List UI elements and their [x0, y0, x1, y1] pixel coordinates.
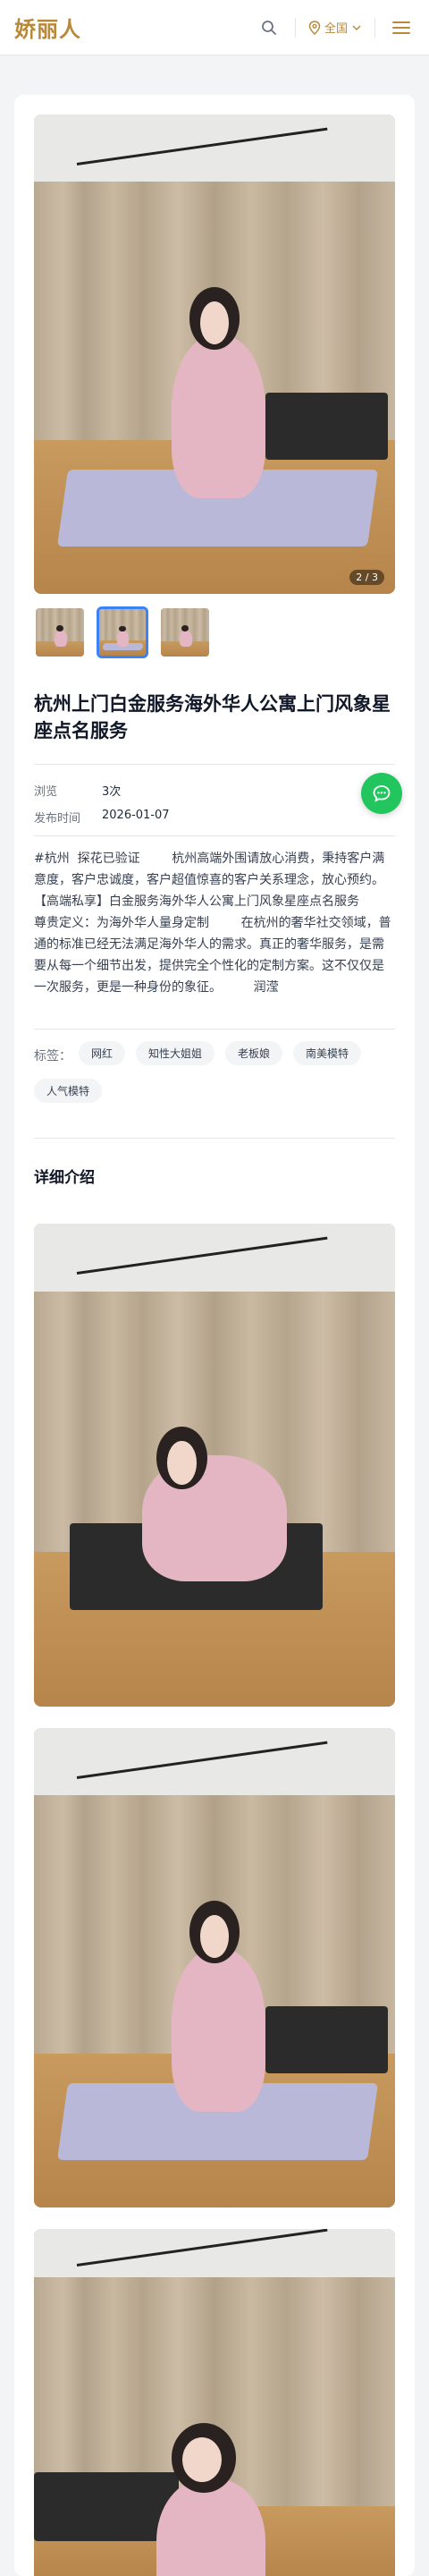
thumbnail-1[interactable] [34, 606, 86, 658]
hamburger-menu-icon [392, 21, 410, 34]
map-pin-icon [308, 20, 321, 35]
main-gallery-image[interactable]: 2 / 3 [34, 114, 395, 594]
tag-item[interactable]: 老板娘 [225, 1041, 283, 1065]
gallery-thumbnails [34, 606, 211, 658]
tag-item[interactable]: 网红 [79, 1041, 126, 1065]
chevron-down-icon [352, 24, 361, 30]
detail-image-1[interactable] [34, 1224, 395, 1707]
post-card: 2 / 3 杭州上门白金服务海外华人公寓上门风象星座点名服务 浏览 3次 发布时… [14, 95, 415, 2576]
meta-views: 浏览 3次 [34, 782, 121, 799]
search-button[interactable] [256, 14, 282, 41]
post-title: 杭州上门白金服务海外华人公寓上门风象星座点名服务 [34, 693, 391, 741]
header-divider [294, 17, 296, 38]
meta-date: 发布时间 2026-01-07 [34, 809, 170, 826]
thumbnail-2[interactable] [97, 606, 148, 658]
post-description: #杭州 探花已验证 杭州高端外围请放心消费，秉持客户满意度，客户忠诚度，客户超值… [34, 852, 416, 995]
details-section-title: 详细介绍 [34, 1169, 95, 1187]
thumbnail-3[interactable] [159, 606, 211, 658]
top-header: 娇丽人 全国 [0, 0, 429, 55]
publish-date: 2026-01-07 [102, 809, 170, 822]
header-actions: 全国 [256, 14, 415, 41]
divider [34, 1029, 395, 1030]
detail-image-2[interactable] [34, 1728, 395, 2207]
tags-label: 标签： [34, 1049, 72, 1063]
tag-item[interactable]: 人气模特 [34, 1079, 103, 1103]
divider [34, 835, 395, 836]
divider [34, 1138, 395, 1139]
tag-item[interactable]: 南美模特 [293, 1041, 362, 1065]
detail-image-3[interactable] [34, 2229, 395, 2576]
site-logo[interactable]: 娇丽人 [14, 12, 81, 43]
search-icon [262, 20, 276, 35]
region-label: 全国 [324, 22, 348, 36]
tag-list: 网红 知性大姐姐 老板娘 南美模特 [79, 1041, 400, 1065]
region-selector[interactable]: 全国 [308, 19, 362, 36]
header-divider [374, 17, 375, 38]
chat-button[interactable] [361, 773, 402, 814]
tag-list-row-2: 人气模特 [34, 1079, 103, 1103]
tag-item[interactable]: 知性大姐姐 [136, 1041, 215, 1065]
chat-bubble-icon [373, 785, 391, 802]
divider [34, 764, 395, 765]
gallery-counter: 2 / 3 [349, 570, 384, 585]
views-count: 3次 [102, 785, 122, 799]
meta-label: 发布时间 [34, 812, 81, 826]
meta-label: 浏览 [34, 785, 58, 799]
menu-button[interactable] [388, 14, 415, 41]
